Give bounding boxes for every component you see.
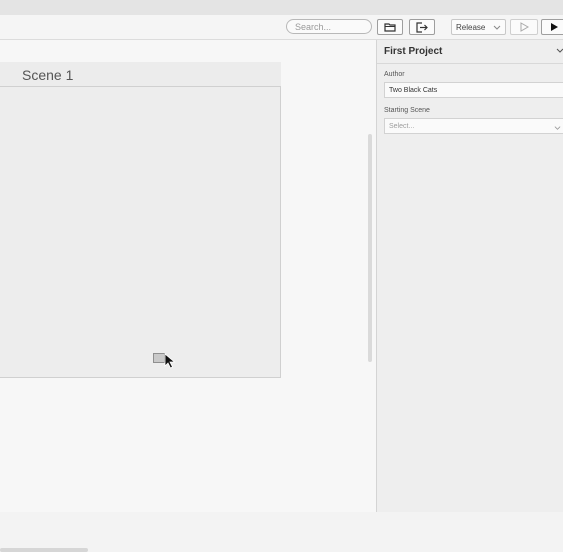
export-button[interactable] (409, 19, 435, 35)
run-button[interactable] (510, 19, 538, 35)
author-label: Author (384, 71, 405, 78)
play-outline-icon (520, 22, 529, 32)
starting-scene-label: Starting Scene (384, 107, 430, 114)
starting-scene-placeholder: Select... (389, 122, 415, 130)
open-folder-button[interactable] (377, 19, 403, 35)
search-input[interactable] (286, 19, 372, 34)
mouse-cursor-icon (164, 353, 176, 369)
author-field[interactable]: Two Black Cats (384, 82, 563, 98)
scene-header[interactable]: Scene 1 (0, 62, 281, 86)
chevron-down-icon (554, 126, 561, 130)
window-titlebar (0, 0, 563, 15)
world-canvas[interactable]: Scene 1 (0, 40, 376, 552)
project-title: First Project (384, 46, 443, 57)
scene-title: Scene 1 (22, 67, 74, 83)
build-mode-value: Release (456, 22, 486, 32)
author-value: Two Black Cats (389, 86, 438, 94)
sidebar-header: First Project (377, 40, 563, 64)
build-mode-select[interactable]: Release (451, 19, 506, 35)
starting-scene-select[interactable]: Select... (384, 118, 563, 134)
chevron-down-icon[interactable] (556, 46, 563, 54)
play-icon (551, 23, 558, 31)
project-sidebar: First Project Author Two Black Cats Star… (376, 40, 563, 512)
export-icon (416, 21, 428, 33)
scene-body[interactable] (0, 86, 281, 378)
toolbar: Release (0, 15, 563, 40)
vertical-scrollbar[interactable] (368, 134, 372, 362)
folder-icon (384, 23, 396, 32)
chevron-down-icon (493, 25, 501, 30)
horizontal-scrollbar[interactable] (0, 548, 88, 552)
play-button[interactable] (541, 19, 563, 35)
